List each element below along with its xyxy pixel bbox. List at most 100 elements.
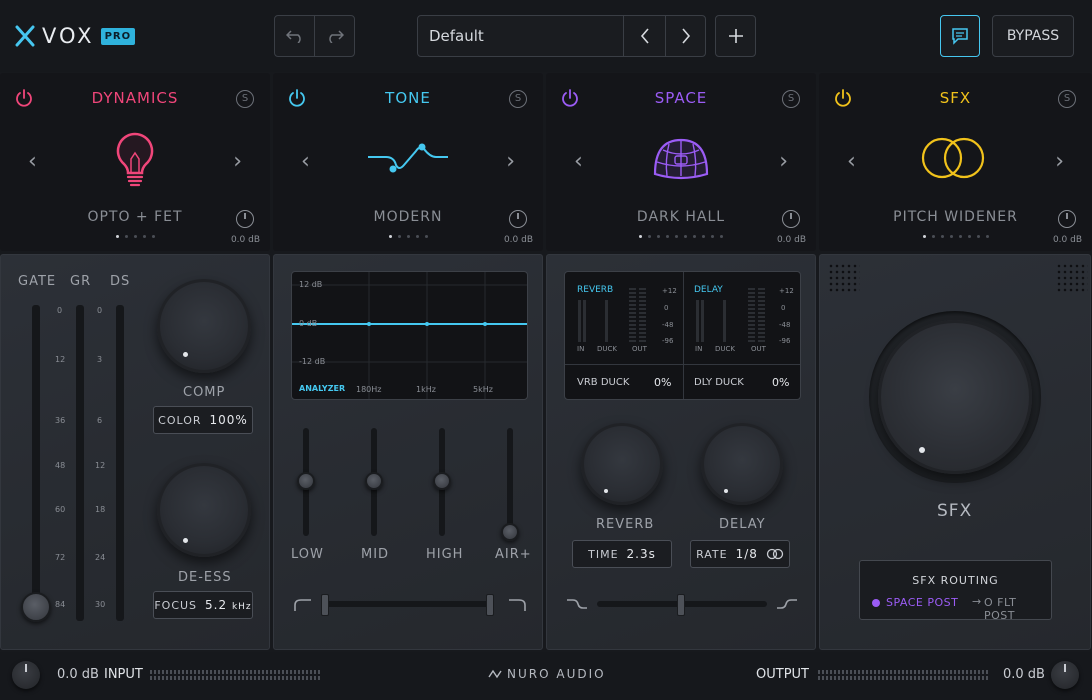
preset-dots	[546, 235, 816, 238]
meter-io-label: OUT	[751, 345, 766, 353]
air-slider-handle[interactable]	[501, 523, 519, 541]
air-slider-track	[507, 428, 513, 536]
delay-meter-title: DELAY	[694, 285, 723, 295]
focus-number: 5.2	[205, 598, 228, 612]
module-next-button[interactable]: ›	[233, 151, 242, 173]
routing-option-space-post[interactable]: SPACE POST	[872, 596, 958, 609]
mid-slider-handle[interactable]	[365, 472, 383, 490]
input-label: INPUT	[104, 667, 143, 682]
reverb-out-meter	[629, 288, 636, 342]
add-preset-button[interactable]	[715, 15, 756, 57]
reverb-in-meter	[583, 300, 586, 342]
tone-panel: 12 dB 0 dB -12 dB ANALYZER 180Hz 1kHz 5k…	[273, 254, 543, 650]
preset-prev-button[interactable]	[624, 16, 665, 56]
module-next-button[interactable]: ›	[1055, 151, 1064, 173]
logo-x-icon	[15, 25, 35, 47]
module-prev-button[interactable]: ‹	[301, 151, 310, 173]
eq-mid-label: 0 dB	[299, 319, 318, 328]
redo-button[interactable]	[314, 15, 355, 57]
undo-button[interactable]	[274, 15, 315, 57]
scale-tick: 30	[95, 600, 106, 609]
dly-duck-value[interactable]: 0%	[772, 376, 789, 389]
input-gain-knob[interactable]	[12, 661, 40, 689]
rate-value-box[interactable]: RATE 1/8	[690, 540, 790, 568]
de-ess-knob[interactable]	[157, 463, 251, 557]
delay-in-meter	[696, 300, 699, 342]
gate-meter	[32, 305, 40, 621]
output-gain-knob[interactable]	[1058, 210, 1076, 228]
brand-text: NURO AUDIO	[507, 667, 606, 681]
module-preset-name: OPTO + FET	[87, 209, 183, 225]
module-prev-button[interactable]: ‹	[28, 151, 37, 173]
color-value-box[interactable]: COLOR 100%	[153, 406, 253, 434]
meter-io-label: IN	[577, 345, 585, 353]
output-gain-knob[interactable]	[509, 210, 527, 228]
top-bar: VOX PRO Default BYPASS	[0, 0, 1092, 72]
bypass-button[interactable]: BYPASS	[992, 15, 1074, 57]
space-meters-box: REVERB IN DUCK OUT +12 0 -48 -96 DELAY I…	[564, 271, 801, 400]
scale-tick: 3	[97, 355, 103, 364]
output-gain-knob[interactable]	[782, 210, 800, 228]
reverb-knob[interactable]	[581, 423, 663, 505]
time-label: TIME	[588, 547, 619, 561]
gate-threshold-handle[interactable]	[21, 592, 51, 622]
high-slider-handle[interactable]	[433, 472, 451, 490]
preset-selector[interactable]: Default	[417, 15, 706, 57]
corner-dots-right	[1056, 263, 1088, 293]
delay-out-meter	[748, 288, 755, 342]
lpf-handle[interactable]	[486, 594, 494, 616]
module-preset-name: PITCH WIDENER	[893, 209, 1018, 225]
module-tone: TONE S ‹ › MODERN 0.0 dB	[273, 73, 543, 251]
focus-value-box[interactable]: FOCUS 5.2 kHz	[153, 591, 253, 619]
preset-dots	[0, 235, 270, 238]
sfx-knob[interactable]	[878, 320, 1032, 474]
module-title: SPACE	[654, 89, 708, 107]
gr-label: GR	[70, 274, 92, 289]
solo-button[interactable]: S	[509, 90, 527, 108]
ds-meter	[116, 305, 124, 621]
low-slider-handle[interactable]	[297, 472, 315, 490]
output-gain-knob[interactable]	[1051, 661, 1079, 689]
comp-knob[interactable]	[157, 279, 251, 373]
time-value: 2.3s	[626, 547, 656, 561]
link-rings-icon[interactable]	[766, 548, 784, 560]
freq-label: 5kHz	[473, 385, 493, 394]
chat-button[interactable]	[940, 15, 980, 57]
solo-button[interactable]: S	[236, 90, 254, 108]
output-gain-knob[interactable]	[236, 210, 254, 228]
delay-knob[interactable]	[701, 423, 783, 505]
meter-io-label: DUCK	[597, 345, 617, 353]
module-title: DYNAMICS	[91, 89, 179, 107]
analyzer-button[interactable]: ANALYZER	[299, 384, 345, 393]
preset-next-button[interactable]	[666, 16, 706, 56]
knob-indicator	[183, 352, 188, 357]
module-dynamics: DYNAMICS S ‹ › OPTO + FET 0.0 dB	[0, 73, 270, 251]
bottom-bar: 0.0 dB INPUT NURO AUDIO OUTPUT 0.0 dB	[0, 652, 1092, 700]
eq-display[interactable]: 12 dB 0 dB -12 dB ANALYZER 180Hz 1kHz 5k…	[291, 271, 528, 400]
scale-tick: 48	[55, 461, 66, 470]
module-next-button[interactable]: ›	[506, 151, 515, 173]
de-ess-label: DE-ESS	[178, 570, 232, 585]
meter-io-label: OUT	[632, 345, 647, 353]
time-value-box[interactable]: TIME 2.3s	[572, 540, 672, 568]
delay-duck-meter	[723, 300, 726, 342]
scale-tick: 18	[95, 505, 106, 514]
module-prev-button[interactable]: ‹	[847, 151, 856, 173]
ds-label: DS	[110, 274, 131, 289]
band-label-high: HIGH	[426, 547, 464, 562]
scale-tick: 12	[95, 461, 106, 470]
db-scale-tick: +12	[662, 287, 677, 295]
routing-option-flt-post[interactable]: O FLT POST	[984, 596, 1051, 622]
module-next-button[interactable]: ›	[779, 151, 788, 173]
solo-button[interactable]: S	[1058, 90, 1076, 108]
dome-hall-icon	[653, 138, 709, 180]
nuro-wave-icon	[488, 669, 502, 679]
space-filter-handle[interactable]	[677, 594, 685, 616]
solo-button[interactable]: S	[782, 90, 800, 108]
eq-top-label: 12 dB	[299, 280, 323, 289]
vrb-duck-value[interactable]: 0%	[654, 376, 671, 389]
preset-dots	[819, 235, 1092, 238]
undo-icon	[285, 30, 301, 43]
hpf-handle[interactable]	[321, 594, 329, 616]
module-prev-button[interactable]: ‹	[574, 151, 583, 173]
